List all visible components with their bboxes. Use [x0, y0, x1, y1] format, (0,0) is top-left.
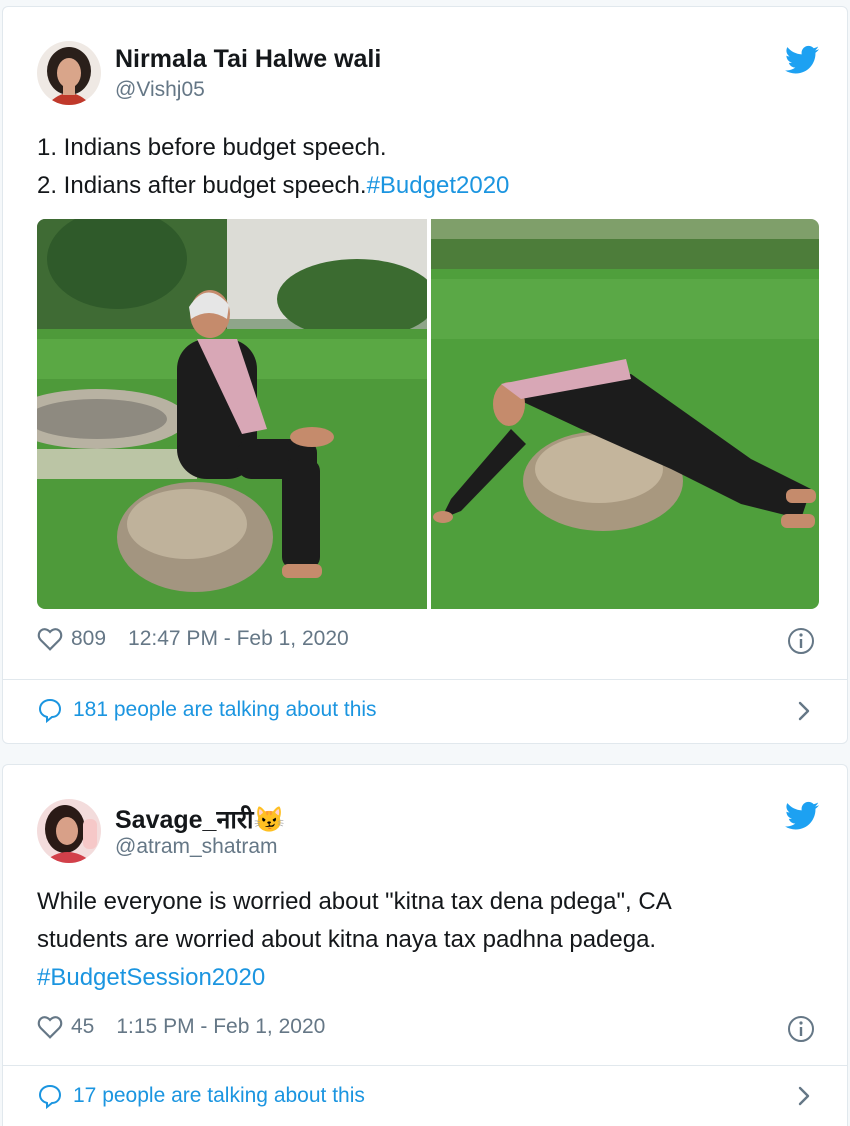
- tweet-meta: 45 1:15 PM - Feb 1, 2020: [37, 1015, 325, 1039]
- hashtag-link[interactable]: #Budget2020: [367, 172, 510, 199]
- author-handle[interactable]: @atram_shatram: [115, 835, 278, 859]
- chevron-right-icon[interactable]: [797, 1085, 811, 1107]
- heart-icon[interactable]: [37, 627, 63, 651]
- twitter-bird-icon[interactable]: [785, 801, 819, 831]
- conversation-link[interactable]: 181 people are talking about this: [37, 697, 817, 723]
- talking-count[interactable]: 181 people are talking about this: [73, 698, 377, 722]
- tweet-text-line: While everyone is worried about "kitna t…: [37, 888, 672, 915]
- speech-bubble-icon: [38, 698, 62, 723]
- avatar[interactable]: [37, 799, 101, 863]
- like-count[interactable]: 45: [71, 1015, 94, 1039]
- info-icon[interactable]: [787, 627, 815, 655]
- tweet-card[interactable]: Nirmala Tai Halwe wali @Vishj05 1. India…: [2, 6, 848, 744]
- tweet-text: While everyone is worried about "kitna t…: [37, 883, 817, 997]
- tweet-text-line: students are worried about kitna naya ta…: [37, 926, 657, 953]
- tweet-text-line: 1. Indians before budget speech.: [37, 134, 387, 161]
- timestamp[interactable]: 1:15 PM - Feb 1, 2020: [116, 1015, 325, 1039]
- author-name[interactable]: Nirmala Tai Halwe wali: [115, 45, 381, 74]
- talking-count[interactable]: 17 people are talking about this: [73, 1084, 365, 1108]
- tweet-photo-before[interactable]: [37, 219, 427, 609]
- author-handle[interactable]: @Vishj05: [115, 78, 205, 102]
- conversation-link[interactable]: 17 people are talking about this: [37, 1083, 817, 1109]
- divider: [3, 679, 847, 680]
- tweet-meta: 809 12:47 PM - Feb 1, 2020: [37, 627, 349, 651]
- twitter-bird-icon[interactable]: [785, 45, 819, 75]
- hashtag-link[interactable]: #BudgetSession2020: [37, 959, 817, 997]
- heart-icon[interactable]: [37, 1015, 63, 1039]
- tweet-photo-after[interactable]: [431, 219, 819, 609]
- info-icon[interactable]: [787, 1015, 815, 1043]
- cat-emoji-icon: 😼: [253, 806, 285, 834]
- chevron-right-icon[interactable]: [797, 700, 811, 722]
- tweet-text-line: 2. Indians after budget speech.#Budget20…: [37, 167, 817, 205]
- timestamp[interactable]: 12:47 PM - Feb 1, 2020: [128, 627, 349, 651]
- divider: [3, 1065, 847, 1066]
- tweet-text-line-2: 2. Indians after budget speech.: [37, 172, 367, 199]
- tweet-text: 1. Indians before budget speech. 2. Indi…: [37, 129, 817, 205]
- speech-bubble-icon: [38, 1084, 62, 1109]
- avatar[interactable]: [37, 41, 101, 105]
- like-count[interactable]: 809: [71, 627, 106, 651]
- author-name[interactable]: Savage_नारी😼: [115, 802, 285, 836]
- author-name-text: Savage_नारी: [115, 806, 254, 834]
- tweet-card[interactable]: Savage_नारी😼 @atram_shatram While everyo…: [2, 764, 848, 1126]
